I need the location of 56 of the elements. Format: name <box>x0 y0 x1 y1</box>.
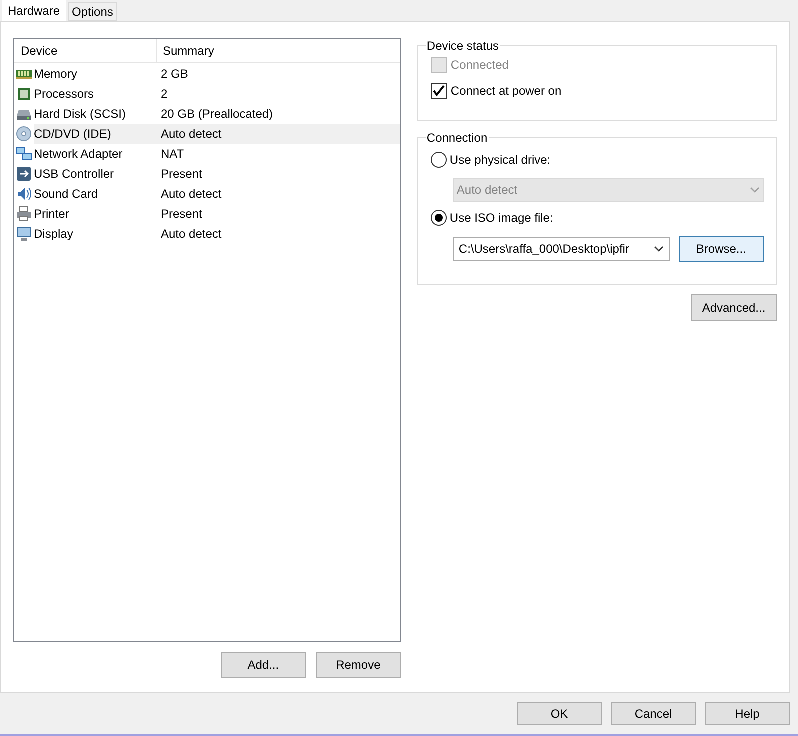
column-header[interactable]: Summary <box>157 38 400 62</box>
device-name: Display <box>34 226 74 243</box>
checkbox-label: Connected <box>450 57 509 74</box>
device-name: Memory <box>34 66 78 83</box>
device-row[interactable]: Hard Disk (SCSI) 20 GB (Preallocated) <box>34 104 400 124</box>
dialog-button[interactable]: Help <box>705 702 790 725</box>
advanced-button[interactable]: Advanced... <box>691 294 777 321</box>
device-summary: Present <box>160 206 202 223</box>
chevron-down-icon <box>654 246 664 252</box>
device-summary: 20 GB (Preallocated) <box>160 106 274 123</box>
radio-label: Use ISO image file: <box>450 210 554 227</box>
browse-button[interactable]: Browse... <box>678 236 764 262</box>
sound-icon <box>16 186 32 202</box>
device-name: Network Adapter <box>34 146 124 163</box>
dialog-button[interactable]: Cancel <box>611 702 696 725</box>
device-name: Printer <box>34 206 70 223</box>
printer-icon <box>16 206 32 222</box>
device-summary: NAT <box>160 146 184 163</box>
dropdown-value: Auto detect <box>456 182 518 199</box>
iso-path-dropdown[interactable]: C:\Users\raffa_000\Desktop\ipfir <box>452 237 670 261</box>
chevron-down-icon <box>750 187 760 193</box>
tab[interactable]: Options <box>68 2 118 21</box>
device-row[interactable]: Processors 2 <box>34 84 400 104</box>
device-summary: Auto detect <box>160 126 222 143</box>
device-row[interactable]: Memory 2 GB <box>34 64 400 84</box>
radio-label: Use physical drive: <box>450 152 551 169</box>
device-row[interactable]: Network Adapter NAT <box>34 144 400 164</box>
dialog-button[interactable]: OK <box>517 702 602 725</box>
device-row[interactable]: Display Auto detect <box>34 224 400 244</box>
display-icon <box>16 226 32 242</box>
device-row[interactable]: Sound Card Auto detect <box>34 184 400 204</box>
processor-icon <box>16 86 32 102</box>
device-summary: Auto detect <box>160 186 222 203</box>
column-header[interactable]: Device <box>14 38 157 62</box>
device-row[interactable]: USB Controller Present <box>34 164 400 184</box>
device-summary: Present <box>160 166 202 183</box>
cd-icon <box>16 126 32 142</box>
radio-button[interactable] <box>430 210 447 226</box>
device-name: Hard Disk (SCSI) <box>34 106 128 123</box>
device-summary: 2 GB <box>160 66 188 83</box>
device-row[interactable]: CD/DVD (IDE) Auto detect <box>34 124 400 144</box>
network-icon <box>16 146 32 162</box>
list-button[interactable]: Add... <box>220 652 306 678</box>
checkbox[interactable] <box>430 83 447 99</box>
device-name: Sound Card <box>34 186 100 203</box>
device-row[interactable]: Printer Present <box>34 204 400 224</box>
device-name: USB Controller <box>34 166 116 183</box>
usb-icon <box>16 166 32 182</box>
device-summary: Auto detect <box>160 226 222 243</box>
list-button[interactable]: Remove <box>316 652 401 678</box>
dropdown-value: C:\Users\raffa_000\Desktop\ipfir <box>458 241 630 258</box>
checkbox-label: Connect at power on <box>450 83 562 100</box>
device-summary: 2 <box>160 86 168 103</box>
tab[interactable]: Hardware <box>2 0 66 21</box>
device-name: Processors <box>34 86 96 103</box>
device-name: CD/DVD (IDE) <box>34 126 112 143</box>
